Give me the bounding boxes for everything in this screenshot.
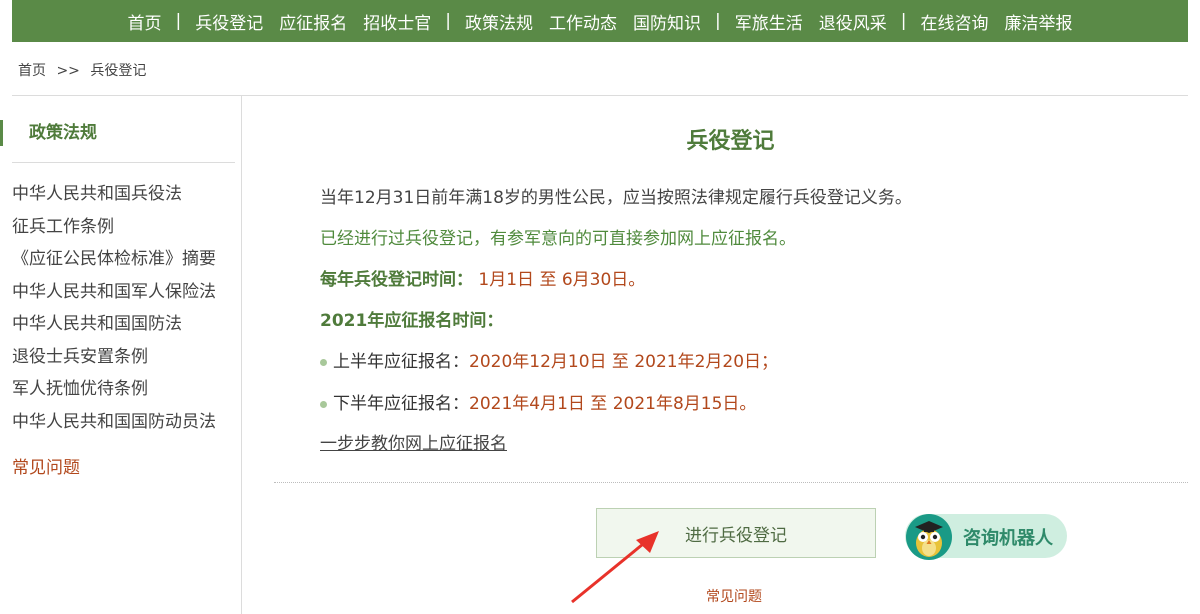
breadcrumb: 首页 >> 兵役登记 <box>18 60 152 80</box>
sidebar-link-pension-regulations[interactable]: 军人抚恤优待条例 <box>12 373 216 406</box>
sidebar-title: 政策法规 <box>0 120 97 146</box>
sidebar-faq-link[interactable]: 常见问题 <box>12 453 80 478</box>
sidebar-link-military-service-law[interactable]: 中华人民共和国兵役法 <box>12 178 216 211</box>
second-half-value: 2021年4月1日 至 2021年8月15日。 <box>469 394 757 414</box>
first-half-value: 2020年12月10日 至 2021年2月20日； <box>469 352 779 372</box>
registration-time-row: 每年兵役登记时间： 1月1日 至 6月30日。 <box>320 265 645 290</box>
nav-policies-laws[interactable]: 政策法规 <box>457 9 541 34</box>
registered-note-text: 已经进行过兵役登记，有参军意向的可直接参加网上应征报名。 <box>320 229 796 249</box>
enlistment-time-heading: 2021年应征报名时间： <box>320 311 504 331</box>
nav-online-consult[interactable]: 在线咨询 <box>912 9 996 34</box>
registration-time-value: 1月1日 至 6月30日。 <box>478 270 646 290</box>
sidebar-links: 中华人民共和国兵役法 征兵工作条例 《应征公民体检标准》摘要 中华人民共和国军人… <box>12 178 216 438</box>
nav-separator: | <box>715 11 721 31</box>
first-half-label: 上半年应征报名： <box>333 352 469 372</box>
sidebar-link-military-insurance-law[interactable]: 中华人民共和国军人保险法 <box>12 276 216 309</box>
sidebar-link-conscription-regulations[interactable]: 征兵工作条例 <box>12 211 216 244</box>
sidebar-divider <box>12 162 235 163</box>
nav-integrity-report[interactable]: 廉洁举报 <box>996 9 1080 34</box>
breadcrumb-home[interactable]: 首页 <box>18 63 46 79</box>
second-half-row: 下半年应征报名：2021年4月1日 至 2021年8月15日。 <box>320 389 756 414</box>
nav-veterans[interactable]: 退役风采 <box>811 9 895 34</box>
nav-enlistment-signup[interactable]: 应征报名 <box>271 9 355 34</box>
bullet-dot-icon <box>320 400 327 408</box>
breadcrumb-current: 兵役登记 <box>90 63 147 79</box>
sidebar-link-veteran-resettlement[interactable]: 退役士兵安置条例 <box>12 341 216 374</box>
page-title: 兵役登记 <box>686 129 775 154</box>
nav-separator: | <box>445 11 451 31</box>
nav-military-registration[interactable]: 兵役登记 <box>187 9 271 34</box>
bullet-dot-icon <box>320 358 327 366</box>
nav-work-news[interactable]: 工作动态 <box>541 9 625 34</box>
sidebar-link-physical-exam-standard[interactable]: 《应征公民体检标准》摘要 <box>12 243 216 276</box>
faq-link[interactable]: 常见问题 <box>706 586 762 606</box>
nav-home[interactable]: 首页 <box>120 9 170 34</box>
nav-separator: | <box>900 11 907 31</box>
sidebar-link-defense-mobilization-law[interactable]: 中华人民共和国国防动员法 <box>12 406 216 439</box>
online-signup-guide-link[interactable]: 一步步教你网上应征报名 <box>320 429 507 454</box>
consult-robot-button[interactable]: 咨询机器人 <box>905 514 1067 560</box>
robot-owl-avatar-icon <box>906 514 952 560</box>
registration-time-label: 每年兵役登记时间： <box>320 270 473 290</box>
nav-military-life[interactable]: 军旅生活 <box>727 9 811 34</box>
sidebar-link-national-defense-law[interactable]: 中华人民共和国国防法 <box>12 308 216 341</box>
nav-defense-knowledge[interactable]: 国防知识 <box>625 9 709 34</box>
content-divider <box>274 482 1188 483</box>
second-half-label: 下半年应征报名： <box>333 394 469 414</box>
consult-robot-label: 咨询机器人 <box>963 528 1053 549</box>
first-half-row: 上半年应征报名：2020年12月10日 至 2021年2月20日； <box>320 347 778 372</box>
registration-requirement-text: 当年12月31日前年满18岁的男性公民，应当按照法律规定履行兵役登记义务。 <box>320 188 912 208</box>
top-navigation: 首页 | 兵役登记 应征报名 招收士官 | 政策法规 工作动态 国防知识 | 军… <box>12 0 1188 42</box>
nav-nco-recruitment[interactable]: 招收士官 <box>355 9 439 34</box>
nav-separator: | <box>175 11 182 31</box>
breadcrumb-separator: >> <box>56 63 80 79</box>
red-pointer-arrow-icon <box>571 531 659 604</box>
